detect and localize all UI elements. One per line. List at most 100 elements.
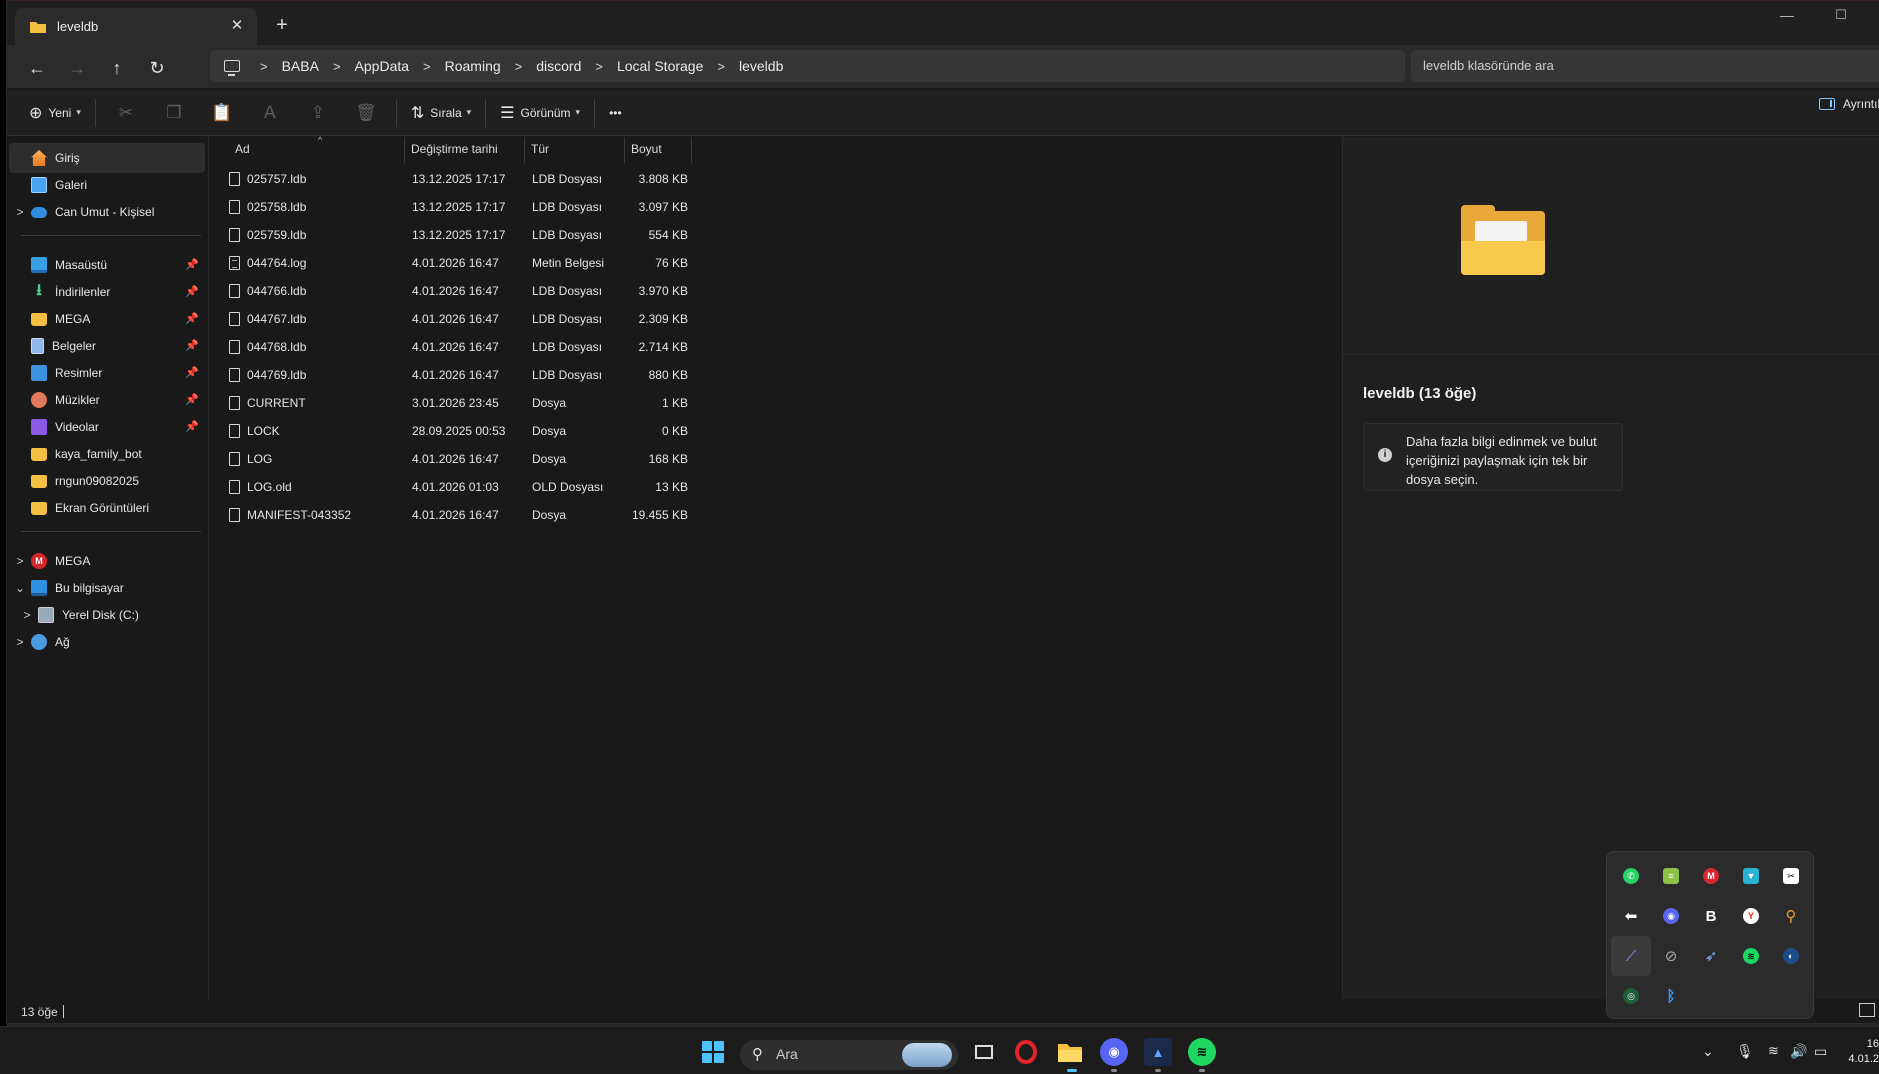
breadcrumb-baba[interactable]: BABA	[282, 58, 319, 74]
bluestacks-icon[interactable]: ≡	[1651, 856, 1691, 896]
sidebar-item-screenshots[interactable]: Ekran Görüntüleri	[9, 493, 205, 523]
file-row[interactable]: 044769.ldb 4.01.2026 16:47 LDB Dosyası 880 …	[210, 363, 700, 387]
column-header-name[interactable]: ^ Ad	[210, 135, 405, 163]
start-button[interactable]	[702, 1041, 724, 1063]
spotify-taskbar-icon[interactable]: ≋	[1188, 1038, 1216, 1066]
file-row[interactable]: 025759.ldb 13.12.2025 17:17 LDB Dosyası 554…	[210, 223, 700, 247]
chevron-down-icon[interactable]: ⌄	[9, 581, 31, 595]
rename-icon[interactable]: Ａ	[246, 97, 294, 129]
minimize-button[interactable]: —	[1775, 7, 1799, 27]
file-row[interactable]: CURRENT 3.01.2026 23:45 Dosya 1 KB	[210, 391, 700, 415]
steam-icon[interactable]: ◐	[1771, 936, 1811, 976]
discord-icon[interactable]: ◉	[1651, 896, 1691, 936]
taskbar-search[interactable]: ⚲ Ara	[740, 1040, 958, 1070]
new-tab-button[interactable]: +	[269, 13, 295, 39]
view-button[interactable]: ☰ Görünüm ▾	[492, 97, 588, 129]
sidebar-item-onedrive[interactable]: > Can Umut - Kişisel	[9, 197, 205, 227]
system-clock[interactable]: 16 4.01.2	[1846, 1037, 1879, 1067]
back-arrow-icon[interactable]: ⬅	[1611, 896, 1651, 936]
search-input[interactable]: leveldb klasöründe ara	[1411, 50, 1879, 82]
sidebar-item-rngun09082025[interactable]: rngun09082025	[9, 466, 205, 496]
sidebar-item-local-disk[interactable]: > Yerel Disk (C:)	[16, 600, 212, 630]
sidebar-item-documents[interactable]: Belgeler 📌	[9, 331, 205, 361]
sidebar-item-downloads[interactable]: ⭳ İndirilenler 📌	[9, 277, 205, 307]
new-button[interactable]: ⊕ Yeni ▾	[21, 97, 89, 129]
file-row[interactable]: 025758.ldb 13.12.2025 17:17 LDB Dosyası 3.0…	[210, 195, 700, 219]
breadcrumb-leveldb[interactable]: leveldb	[739, 58, 783, 74]
breadcrumb-roaming[interactable]: Roaming	[445, 58, 501, 74]
file-row[interactable]: 044768.ldb 4.01.2026 16:47 LDB Dosyası 2.71…	[210, 335, 700, 359]
feather-app-icon[interactable]: ⟋	[1611, 936, 1651, 976]
more-options-button[interactable]: •••	[601, 97, 630, 129]
details-button[interactable]: Ayrıntılar	[1819, 97, 1879, 111]
sidebar-item-mega-folder[interactable]: MEGA 📌	[9, 304, 205, 334]
file-row[interactable]: LOG.old 4.01.2026 01:03 OLD Dosyası 13 KB	[210, 475, 700, 499]
spotify-icon[interactable]: ≋	[1731, 936, 1771, 976]
chevron-right-icon[interactable]: >	[16, 608, 38, 622]
whatsapp-icon[interactable]: ✆	[1611, 856, 1651, 896]
capcut-icon[interactable]: ✂	[1771, 856, 1811, 896]
file-row[interactable]: 025757.ldb 13.12.2025 17:17 LDB Dosyası 3.8…	[210, 167, 700, 191]
column-header-type[interactable]: Tür	[525, 137, 625, 163]
file-row[interactable]: LOCK 28.09.2025 00:53 Dosya 0 KB	[210, 419, 700, 443]
share-icon[interactable]: ⇪	[294, 97, 342, 129]
cut-icon[interactable]: ✂	[102, 97, 150, 129]
nvidia-icon[interactable]: ◎	[1611, 976, 1651, 1016]
sidebar-item-desktop[interactable]: Masaüstü 📌	[9, 250, 205, 280]
maximize-button[interactable]: ☐	[1829, 7, 1853, 27]
bluetooth-icon[interactable]: ᛒ	[1651, 976, 1691, 1016]
up-button[interactable]: ↑	[101, 53, 133, 83]
sidebar-item-pictures[interactable]: Resimler 📌	[9, 358, 205, 388]
chevron-up-icon[interactable]: ⌄	[1702, 1043, 1714, 1060]
sort-button[interactable]: ⇅ Sırala ▾	[403, 97, 479, 129]
chevron-right-icon[interactable]: >	[9, 205, 31, 219]
file-row[interactable]: 044764.log 4.01.2026 16:47 Metin Belgesi 76…	[210, 251, 700, 275]
refresh-button[interactable]: ↻	[141, 53, 173, 83]
forward-button[interactable]: →	[61, 53, 93, 83]
rocket-icon[interactable]: ➶	[1691, 936, 1731, 976]
delete-icon[interactable]: 🗑	[342, 97, 390, 129]
sidebar-item-network[interactable]: > Ağ	[9, 627, 205, 657]
task-view-icon[interactable]	[970, 1038, 998, 1066]
sidebar-item-home[interactable]: Giriş	[9, 143, 205, 173]
sidebar-item-gallery[interactable]: Galeri	[9, 170, 205, 200]
sidebar-item-this-pc[interactable]: ⌄ Bu bilgisayar	[9, 573, 205, 603]
file-row[interactable]: MANIFEST-043352 4.01.2026 16:47 Dosya 19.45…	[210, 503, 700, 527]
microphone-icon[interactable]: 🎙	[1736, 1043, 1754, 1060]
file-explorer-icon[interactable]	[1056, 1038, 1084, 1066]
breadcrumb-discord[interactable]: discord	[536, 58, 581, 74]
details-view-icon[interactable]	[1859, 1003, 1875, 1017]
paste-icon[interactable]: 📋	[198, 97, 246, 129]
mega-sync-icon[interactable]: M	[1691, 856, 1731, 896]
sidebar-item-mega[interactable]: > M MEGA	[9, 546, 205, 576]
file-row[interactable]: 044766.ldb 4.01.2026 16:47 LDB Dosyası 3.97…	[210, 279, 700, 303]
close-tab-icon[interactable]: ✕	[227, 16, 247, 36]
file-row[interactable]: 044767.ldb 4.01.2026 16:47 LDB Dosyası 2.30…	[210, 307, 700, 331]
yandex-icon[interactable]: Y	[1731, 896, 1771, 936]
chevron-right-icon[interactable]: >	[9, 635, 31, 649]
file-type: LDB Dosyası	[532, 172, 603, 186]
vpn-shield-icon[interactable]: ▼	[1731, 856, 1771, 896]
battery-icon[interactable]: ▭	[1814, 1043, 1827, 1060]
opera-icon[interactable]	[1012, 1038, 1040, 1066]
breadcrumb-local-storage[interactable]: Local Storage	[617, 58, 703, 74]
tab-leveldb[interactable]: leveldb ✕	[15, 8, 257, 45]
discord-taskbar-icon[interactable]: ◉	[1100, 1038, 1128, 1066]
b-app-icon[interactable]: B	[1691, 896, 1731, 936]
chevron-right-icon[interactable]: >	[9, 554, 31, 568]
sidebar-item-music[interactable]: Müzikler 📌	[9, 385, 205, 415]
arduino-app-icon[interactable]: ▲	[1144, 1038, 1172, 1066]
hidden-eye-icon[interactable]: ⊘	[1651, 936, 1691, 976]
sidebar-item-videos[interactable]: Videolar 📌	[9, 412, 205, 442]
back-button[interactable]: ←	[21, 53, 53, 83]
column-header-date[interactable]: Değiştirme tarihi	[405, 137, 525, 163]
volume-icon[interactable]: 🔊	[1790, 1043, 1807, 1060]
breadcrumb-appdata[interactable]: AppData	[355, 58, 409, 74]
address-bar[interactable]: > BABA > AppData > Roaming > discord > L…	[210, 50, 1405, 82]
copy-icon[interactable]: ❐	[150, 97, 198, 129]
sidebar-item-kaya-family-bot[interactable]: kaya_family_bot	[9, 439, 205, 469]
file-row[interactable]: LOG 4.01.2026 16:47 Dosya 168 KB	[210, 447, 700, 471]
search-tool-icon[interactable]: ⚲	[1771, 896, 1811, 936]
column-header-size[interactable]: Boyut	[625, 137, 692, 163]
wifi-icon[interactable]: ≋	[1768, 1043, 1779, 1059]
